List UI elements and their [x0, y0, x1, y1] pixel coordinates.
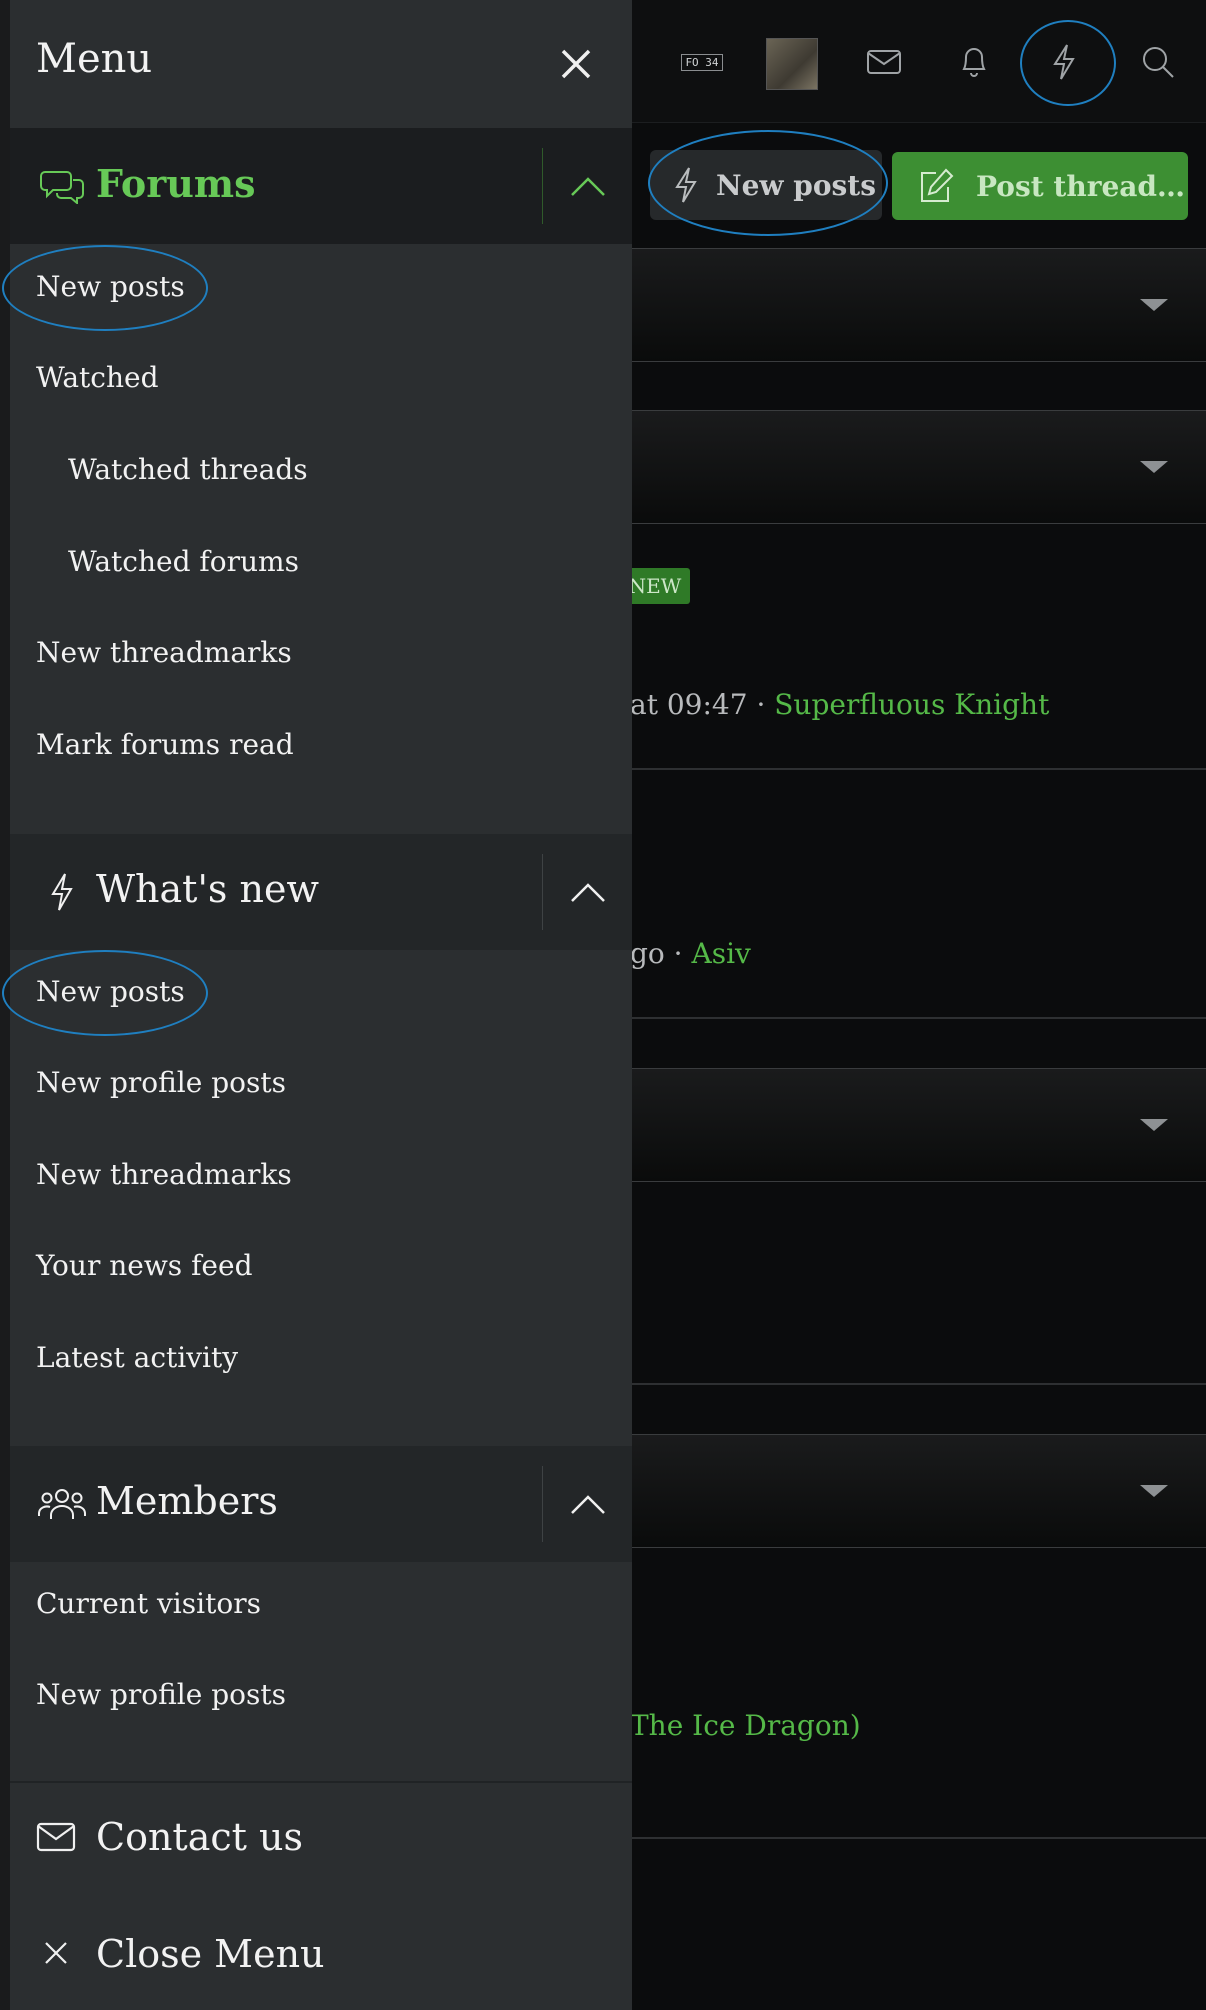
row-divider: [632, 1017, 1206, 1019]
edit-icon: [921, 168, 954, 202]
thread-link[interactable]: The Ice Dragon): [630, 1709, 861, 1742]
new-posts-button[interactable]: New posts: [650, 150, 882, 220]
avatar[interactable]: [766, 38, 818, 90]
section-divider: [542, 1466, 543, 1542]
post-thread-button-label: Post thread…: [976, 169, 1186, 203]
lightning-icon: [38, 870, 86, 914]
menu-title: Menu: [36, 36, 153, 82]
menu-item-new-posts[interactable]: New posts: [36, 270, 185, 303]
menu-item-new-profile-posts[interactable]: New profile posts: [36, 1066, 286, 1099]
section-divider: [542, 854, 543, 930]
thread-meta-time: at 09:47 ·: [630, 688, 775, 721]
collapse-caret-icon[interactable]: [1140, 1485, 1168, 1497]
menu-item-current-visitors[interactable]: Current visitors: [36, 1587, 261, 1620]
menu-section-label: What's new: [96, 867, 319, 911]
contact-us-link[interactable]: Contact us: [36, 1815, 303, 1859]
menu-section-whats-new[interactable]: What's new: [10, 834, 632, 950]
close-menu-label: Close Menu: [96, 1932, 325, 1976]
collapse-caret-icon[interactable]: [1140, 461, 1168, 473]
alerts-icon[interactable]: [942, 30, 1006, 94]
row-divider: [632, 1837, 1206, 1839]
forum-category-bar[interactable]: [632, 1434, 1206, 1548]
conversations-icon[interactable]: [852, 30, 916, 94]
menu-item-mark-forums-read[interactable]: Mark forums read: [36, 728, 294, 761]
menu-item-news-feed[interactable]: Your news feed: [36, 1249, 253, 1282]
menu-item-new-profile-posts[interactable]: New profile posts: [36, 1678, 286, 1711]
new-posts-button-label: New posts: [716, 168, 876, 202]
chevron-up-icon[interactable]: [544, 1446, 632, 1562]
menu-section-label: Members: [96, 1479, 278, 1523]
menu-header: Menu: [10, 0, 632, 129]
menu-item-watched-forums[interactable]: Watched forums: [68, 545, 299, 578]
user-badge-icon[interactable]: FO 34: [670, 30, 734, 94]
section-divider: [542, 148, 543, 224]
page-edge: [0, 0, 10, 2010]
close-icon: [45, 1942, 67, 1964]
thread-author-link[interactable]: Asiv: [691, 937, 750, 970]
chevron-up-icon[interactable]: [544, 128, 632, 244]
menu-item-watched[interactable]: Watched: [36, 361, 159, 394]
collapse-caret-icon[interactable]: [1140, 1119, 1168, 1131]
menu-section-forums[interactable]: Forums: [10, 128, 632, 244]
menu-item-new-threadmarks[interactable]: New threadmarks: [36, 1158, 292, 1191]
contact-us-label: Contact us: [96, 1815, 303, 1859]
menu-item-new-posts[interactable]: New posts: [36, 975, 185, 1008]
chevron-up-icon[interactable]: [544, 834, 632, 950]
whats-new-icon[interactable]: [1032, 30, 1096, 94]
search-icon[interactable]: [1126, 30, 1190, 94]
collapse-caret-icon[interactable]: [1140, 299, 1168, 311]
menu-divider: [10, 1781, 632, 1783]
thread-author-link[interactable]: Superfluous Knight: [774, 688, 1049, 721]
envelope-icon: [36, 1822, 76, 1852]
row-divider: [632, 768, 1206, 770]
forum-category-bar[interactable]: [632, 410, 1206, 524]
comments-icon: [38, 164, 86, 208]
menu-item-new-threadmarks[interactable]: New threadmarks: [36, 636, 292, 669]
menu-section-label: Forums: [96, 161, 256, 206]
thread-meta: go · Asiv: [630, 937, 751, 970]
off-canvas-menu: Menu Forums New posts Watched Watched th…: [10, 0, 632, 2010]
close-menu-link[interactable]: Close Menu: [36, 1932, 325, 1976]
menu-section-members[interactable]: Members: [10, 1446, 632, 1562]
users-icon: [38, 1482, 86, 1526]
user-badge: FO 34: [681, 53, 723, 71]
menu-item-watched-threads[interactable]: Watched threads: [68, 453, 308, 486]
lightning-icon: [675, 167, 697, 203]
thread-meta: at 09:47 · Superfluous Knight: [630, 688, 1049, 721]
row-divider: [632, 1383, 1206, 1385]
forum-category-bar[interactable]: [632, 1068, 1206, 1182]
close-icon[interactable]: [550, 38, 602, 90]
post-thread-button[interactable]: Post thread…: [892, 152, 1188, 220]
menu-item-latest-activity[interactable]: Latest activity: [36, 1341, 238, 1374]
thread-meta-time: go ·: [630, 937, 692, 970]
forum-category-bar[interactable]: [632, 248, 1206, 362]
